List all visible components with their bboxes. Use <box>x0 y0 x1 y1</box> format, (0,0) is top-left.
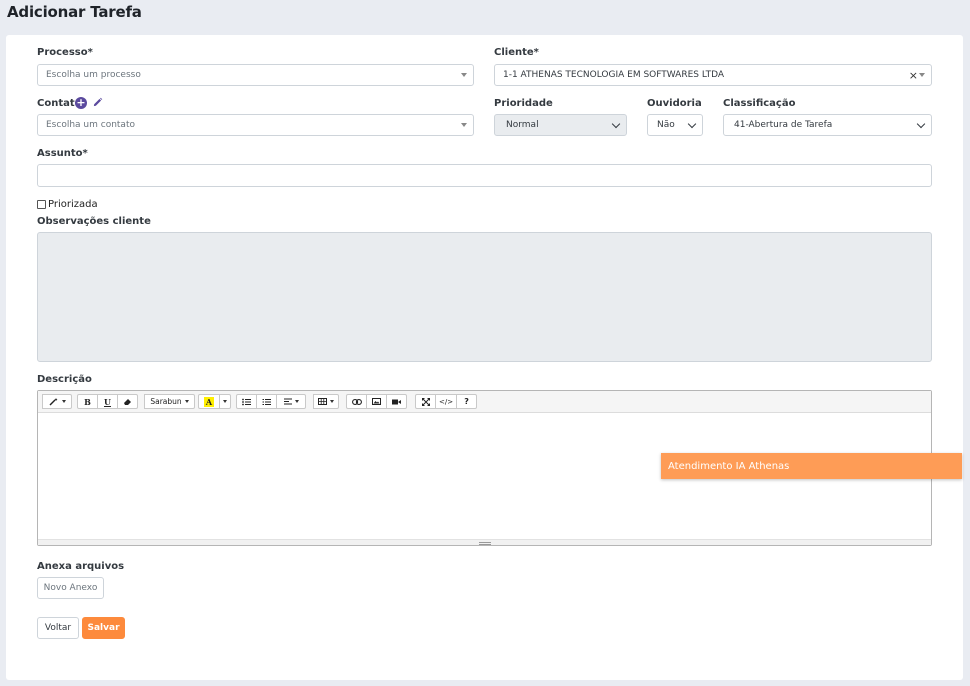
ordered-list-icon[interactable] <box>256 394 277 409</box>
priorizada-label: Priorizada <box>48 199 98 210</box>
processo-placeholder: Escolha um processo <box>46 70 141 80</box>
align-left-icon[interactable] <box>276 394 306 409</box>
table-icon[interactable] <box>313 394 339 409</box>
prioridade-select[interactable]: Normal <box>494 114 627 136</box>
save-button[interactable]: Salvar <box>82 617 125 639</box>
contato-placeholder: Escolha um contato <box>46 120 135 130</box>
observacoes-label: Observações cliente <box>37 216 151 227</box>
chevron-down-icon <box>687 119 697 129</box>
text-color-icon[interactable]: A <box>198 394 220 409</box>
editor-resize-handle[interactable] <box>38 539 931 545</box>
ai-assistant-banner[interactable]: Atendimento IA Athenas <box>661 453 962 479</box>
eraser-icon[interactable] <box>117 394 138 409</box>
contato-select[interactable]: Escolha um contato <box>37 114 474 136</box>
cliente-select[interactable]: 1-1 ATHENAS TECNOLOGIA EM SOFTWARES LTDA… <box>494 64 932 86</box>
cliente-value: 1-1 ATHENAS TECNOLOGIA EM SOFTWARES LTDA <box>503 70 725 80</box>
classificacao-label: Classificação <box>723 98 796 109</box>
prioridade-value: Normal <box>506 120 539 130</box>
caret-down-icon <box>461 123 467 127</box>
edit-contact-icon[interactable] <box>92 97 103 108</box>
descricao-label: Descrição <box>37 374 92 385</box>
font-family-dropdown[interactable]: Sarabun <box>144 394 195 409</box>
new-attachment-button[interactable]: Novo Anexo <box>37 577 104 599</box>
processo-select[interactable]: Escolha um processo <box>37 64 474 86</box>
cliente-label: Cliente* <box>494 47 539 58</box>
back-button[interactable]: Voltar <box>37 617 79 639</box>
priorizada-checkbox[interactable] <box>37 200 46 209</box>
chevron-down-icon <box>611 119 621 129</box>
link-icon[interactable] <box>346 394 367 409</box>
page-title: Adicionar Tarefa <box>7 3 142 21</box>
bold-button[interactable]: B <box>77 394 98 409</box>
font-family-value: Sarabun <box>150 397 182 406</box>
observacoes-textarea <box>37 232 932 362</box>
classificacao-select[interactable]: 41-Abertura de Tarefa <box>723 114 932 136</box>
magic-wand-icon[interactable] <box>42 394 72 409</box>
underline-button[interactable]: U <box>97 394 118 409</box>
classificacao-value: 41-Abertura de Tarefa <box>734 120 833 130</box>
assunto-label: Assunto* <box>37 148 88 159</box>
fullscreen-icon[interactable] <box>415 394 436 409</box>
unordered-list-icon[interactable] <box>236 394 257 409</box>
ouvidoria-label: Ouvidoria <box>647 98 702 109</box>
clear-icon[interactable]: × <box>909 69 918 82</box>
processo-label: Processo* <box>37 47 93 58</box>
caret-down-icon <box>461 73 467 77</box>
caret-down-icon <box>919 73 925 77</box>
ouvidoria-select[interactable]: Não <box>647 114 703 136</box>
image-icon[interactable] <box>366 394 387 409</box>
prioridade-label: Prioridade <box>494 98 553 109</box>
ouvidoria-value: Não <box>657 120 675 130</box>
anexos-label: Anexa arquivos <box>37 561 125 572</box>
code-view-button[interactable]: </> <box>435 394 458 409</box>
video-icon[interactable] <box>386 394 407 409</box>
chevron-down-icon <box>916 119 926 129</box>
form-card: Processo* Escolha um processo Cliente* 1… <box>6 35 963 680</box>
editor-toolbar: B U Sarabun A </> ? <box>38 391 931 413</box>
add-contact-icon[interactable]: + <box>75 97 87 109</box>
help-button[interactable]: ? <box>456 394 478 409</box>
color-dropdown[interactable] <box>219 394 231 409</box>
assunto-input[interactable] <box>37 164 932 187</box>
